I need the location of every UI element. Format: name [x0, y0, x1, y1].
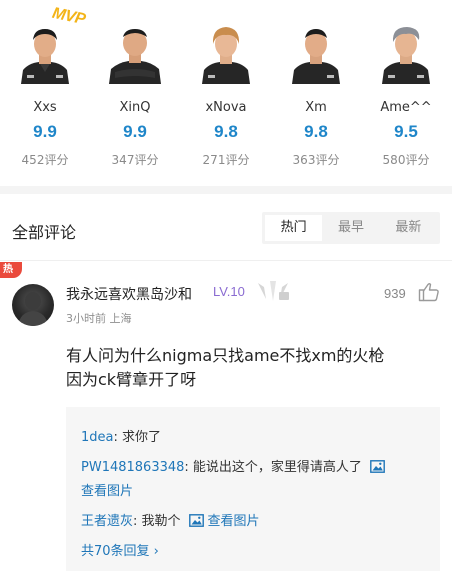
player-rating-count: 363评分: [292, 153, 340, 167]
player-photo: [200, 20, 252, 84]
reply-item[interactable]: PW1481863348: 能说出这个，家里得请高人了: [81, 456, 389, 475]
reply-text: 求你了: [122, 430, 162, 445]
player-ratings: MVP Xxs 9.9 452评分 XinQ 9.9 347评分 xNova 9…: [0, 0, 452, 180]
reply-separator: :: [133, 514, 142, 529]
player-card-xm[interactable]: Xm 9.8 363评分: [271, 0, 361, 180]
user-level: LV.10: [213, 284, 245, 299]
sort-tabs: 热门 最早 最新: [262, 212, 440, 244]
player-card-xinq[interactable]: XinQ 9.9 347评分: [90, 0, 180, 180]
reply-item[interactable]: 王者遗灰: 我勒个 查看图片: [81, 510, 260, 529]
avatar[interactable]: [12, 284, 54, 326]
hot-badge: 热: [0, 262, 22, 278]
view-image-link[interactable]: 查看图片: [81, 480, 133, 499]
player-photo: [290, 20, 342, 84]
player-card-ame[interactable]: Ame^^ 9.5 580评分: [361, 0, 451, 180]
player-rating-count: 271评分: [202, 153, 250, 167]
medal-icon: [256, 281, 290, 303]
comment-text-line: 因为ck臂章开了呀: [66, 370, 197, 389]
player-photo: [19, 20, 71, 84]
like-count: 939: [384, 286, 406, 301]
player-card-xxs[interactable]: MVP Xxs 9.9 452评分: [0, 0, 90, 180]
player-photo: [109, 20, 161, 84]
view-image-link[interactable]: 查看图片: [208, 514, 260, 529]
comment-text-line: 有人问为什么nigma只找ame不找xm的火枪: [66, 346, 385, 365]
reply-separator: :: [113, 430, 123, 445]
player-name: Xxs: [33, 100, 57, 115]
replies-box: 1dea: 求你了 PW1481863348: 能说出这个，家里得请高人了 查看…: [66, 407, 440, 571]
reply-username[interactable]: PW1481863348: [81, 460, 184, 475]
player-score: 9.8: [214, 122, 238, 141]
player-name: XinQ: [119, 100, 151, 115]
reply-item[interactable]: 1dea: 求你了: [81, 426, 161, 445]
comment-text: 有人问为什么nigma只找ame不找xm的火枪 因为ck臂章开了呀: [66, 344, 436, 392]
player-score: 9.9: [33, 122, 57, 141]
reply-separator: :: [184, 460, 193, 475]
tab-hot[interactable]: 热门: [265, 215, 323, 241]
player-score: 9.9: [123, 122, 147, 141]
comment-meta: 3小时前 上海: [66, 312, 132, 325]
tab-latest[interactable]: 最新: [380, 215, 437, 241]
comment-username[interactable]: 我永远喜欢黑岛沙和: [66, 284, 192, 304]
player-score: 9.8: [304, 122, 328, 141]
player-score: 9.5: [394, 122, 418, 141]
player-photo: [380, 20, 432, 84]
player-name: xNova: [205, 100, 247, 115]
player-name: Ame^^: [380, 100, 432, 115]
section-divider: [0, 186, 452, 194]
player-rating-count: 580评分: [382, 153, 430, 167]
tab-earliest[interactable]: 最早: [322, 215, 379, 241]
player-rating-count: 347评分: [111, 153, 159, 167]
image-icon[interactable]: [370, 460, 385, 473]
reply-username[interactable]: 王者遗灰: [81, 514, 133, 529]
player-name: Xm: [305, 100, 327, 115]
image-icon[interactable]: [188, 514, 204, 527]
player-rating-count: 452评分: [21, 153, 69, 167]
reply-username[interactable]: 1dea: [81, 430, 114, 445]
player-card-xnova[interactable]: xNova 9.8 271评分: [181, 0, 271, 180]
more-replies-link[interactable]: 共70条回复 ›: [81, 540, 159, 559]
reply-text: 我勒个: [141, 514, 181, 529]
reply-text: 能说出这个，家里得请高人了: [192, 460, 362, 475]
header-divider: [0, 260, 452, 261]
comments-title: 全部评论: [12, 223, 77, 242]
thumbs-up-icon[interactable]: [418, 282, 440, 302]
